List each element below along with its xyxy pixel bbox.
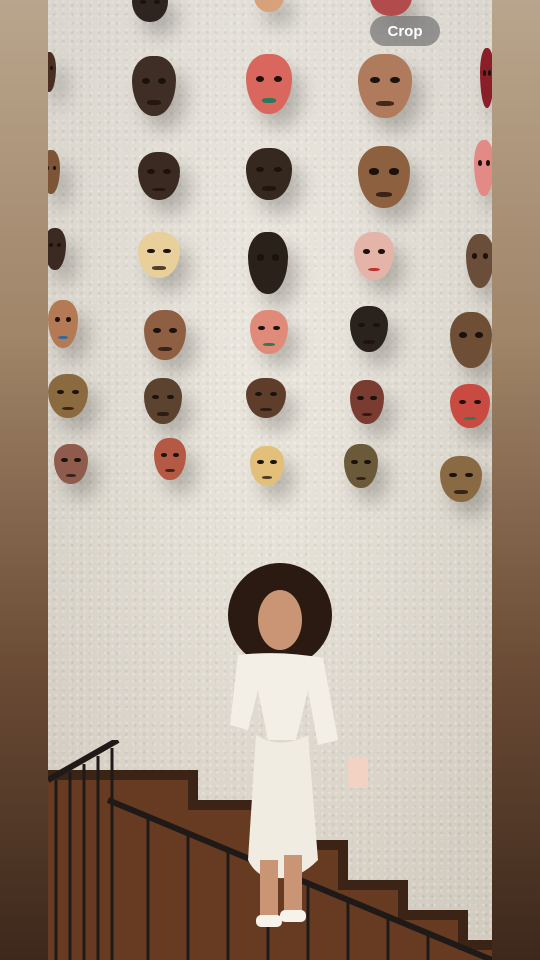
crop-button-label: Crop [387, 22, 423, 40]
mask-decor [474, 140, 492, 196]
photo-canvas[interactable] [48, 0, 492, 960]
photo-viewer: Crop [0, 0, 540, 960]
crop-button[interactable]: Crop [370, 16, 440, 46]
person-figure [228, 563, 368, 927]
mask-decor [480, 48, 492, 108]
mask-decor [466, 234, 492, 288]
